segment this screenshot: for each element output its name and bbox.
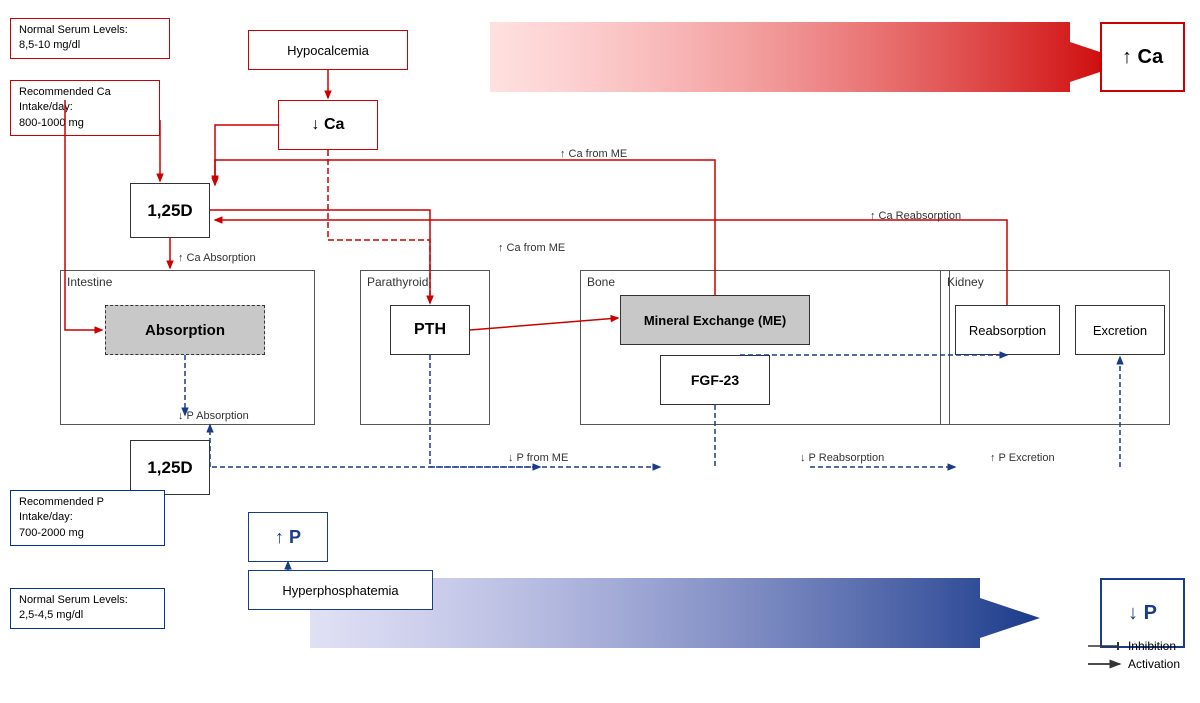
p-from-me-label: ↓ P from ME (508, 452, 568, 464)
legend: Inhibition Activation (1088, 639, 1180, 675)
normal-serum-p-box: Normal Serum Levels:2,5-4,5 mg/dl (10, 588, 165, 629)
reabsorption-label: Reabsorption (969, 323, 1046, 338)
legend-inhibition: Inhibition (1088, 639, 1180, 653)
bone-label: Bone (587, 275, 615, 289)
hypocalcemia-box: Hypocalcemia (248, 30, 408, 70)
legend-activation: Activation (1088, 657, 1180, 671)
p-absorption-label: ↓ P Absorption (178, 410, 249, 422)
recommended-p-box: Recommended PIntake/day:700-2000 mg (10, 490, 165, 546)
down-p-label: ↓ P (1128, 602, 1157, 625)
p-excretion-label: ↑ P Excretion (990, 452, 1055, 464)
ca-absorption-label: ↑ Ca Absorption (178, 252, 256, 264)
hyperphosphatemia-label: Hyperphosphatemia (282, 583, 398, 598)
activation-icon (1088, 658, 1128, 670)
normal-serum-ca: Normal Serum Levels:8,5-10 mg/dl (19, 24, 128, 51)
fgf23-label: FGF-23 (691, 372, 739, 388)
normal-serum-ca-box: Normal Serum Levels:8,5-10 mg/dl (10, 18, 170, 59)
up-p-label: ↑ P (275, 527, 301, 548)
pth-label: PTH (414, 321, 446, 339)
parathyroid-label: Parathyroid (367, 275, 428, 289)
ca-reabsorption-label: ↑ Ca Reabsorption (870, 210, 961, 222)
kidney-label: Kidney (947, 275, 984, 289)
intestine-label: Intestine (67, 275, 112, 289)
vitamin-d-bot-label: 1,25D (147, 458, 192, 478)
excretion-box: Excretion (1075, 305, 1165, 355)
up-ca-label: ↑ Ca (1122, 46, 1163, 69)
absorption-label: Absorption (145, 322, 225, 339)
mineral-exchange-label: Mineral Exchange (ME) (644, 313, 786, 328)
down-p-box: ↓ P (1100, 578, 1185, 648)
diagram: ↑ Ca ↓ P Normal Serum Levels:8,5-10 mg/d… (0, 0, 1200, 703)
hypocalcemia-label: Hypocalcemia (287, 43, 369, 58)
normal-serum-p: Normal Serum Levels:2,5-4,5 mg/dl (19, 594, 128, 621)
down-ca-label: ↓ Ca (312, 116, 345, 134)
vitamin-d-bot-box: 1,25D (130, 440, 210, 495)
excretion-label: Excretion (1093, 323, 1147, 338)
vitamin-d-top-box: 1,25D (130, 183, 210, 238)
pth-box: PTH (390, 305, 470, 355)
recommended-ca-box: Recommended CaIntake/day:800-1000 mg (10, 80, 160, 136)
inhibition-icon (1088, 640, 1128, 652)
inhibition-label: Inhibition (1128, 639, 1176, 653)
down-ca-box: ↓ Ca (278, 100, 378, 150)
recommended-ca: Recommended CaIntake/day:800-1000 mg (19, 86, 111, 129)
reabsorption-box: Reabsorption (955, 305, 1060, 355)
recommended-p: Recommended PIntake/day:700-2000 mg (19, 496, 104, 539)
activation-label: Activation (1128, 657, 1180, 671)
ca-from-me-pth-label: ↑ Ca from ME (498, 242, 565, 254)
ca-from-me-top-label: ↑ Ca from ME (560, 148, 627, 160)
up-ca-box: ↑ Ca (1100, 22, 1185, 92)
mineral-exchange-box: Mineral Exchange (ME) (620, 295, 810, 345)
fgf23-box: FGF-23 (660, 355, 770, 405)
up-p-box: ↑ P (248, 512, 328, 562)
hyperphosphatemia-box: Hyperphosphatemia (248, 570, 433, 610)
vitamin-d-top-label: 1,25D (147, 201, 192, 221)
p-reabsorption-label: ↓ P Reabsorption (800, 452, 884, 464)
absorption-box: Absorption (105, 305, 265, 355)
